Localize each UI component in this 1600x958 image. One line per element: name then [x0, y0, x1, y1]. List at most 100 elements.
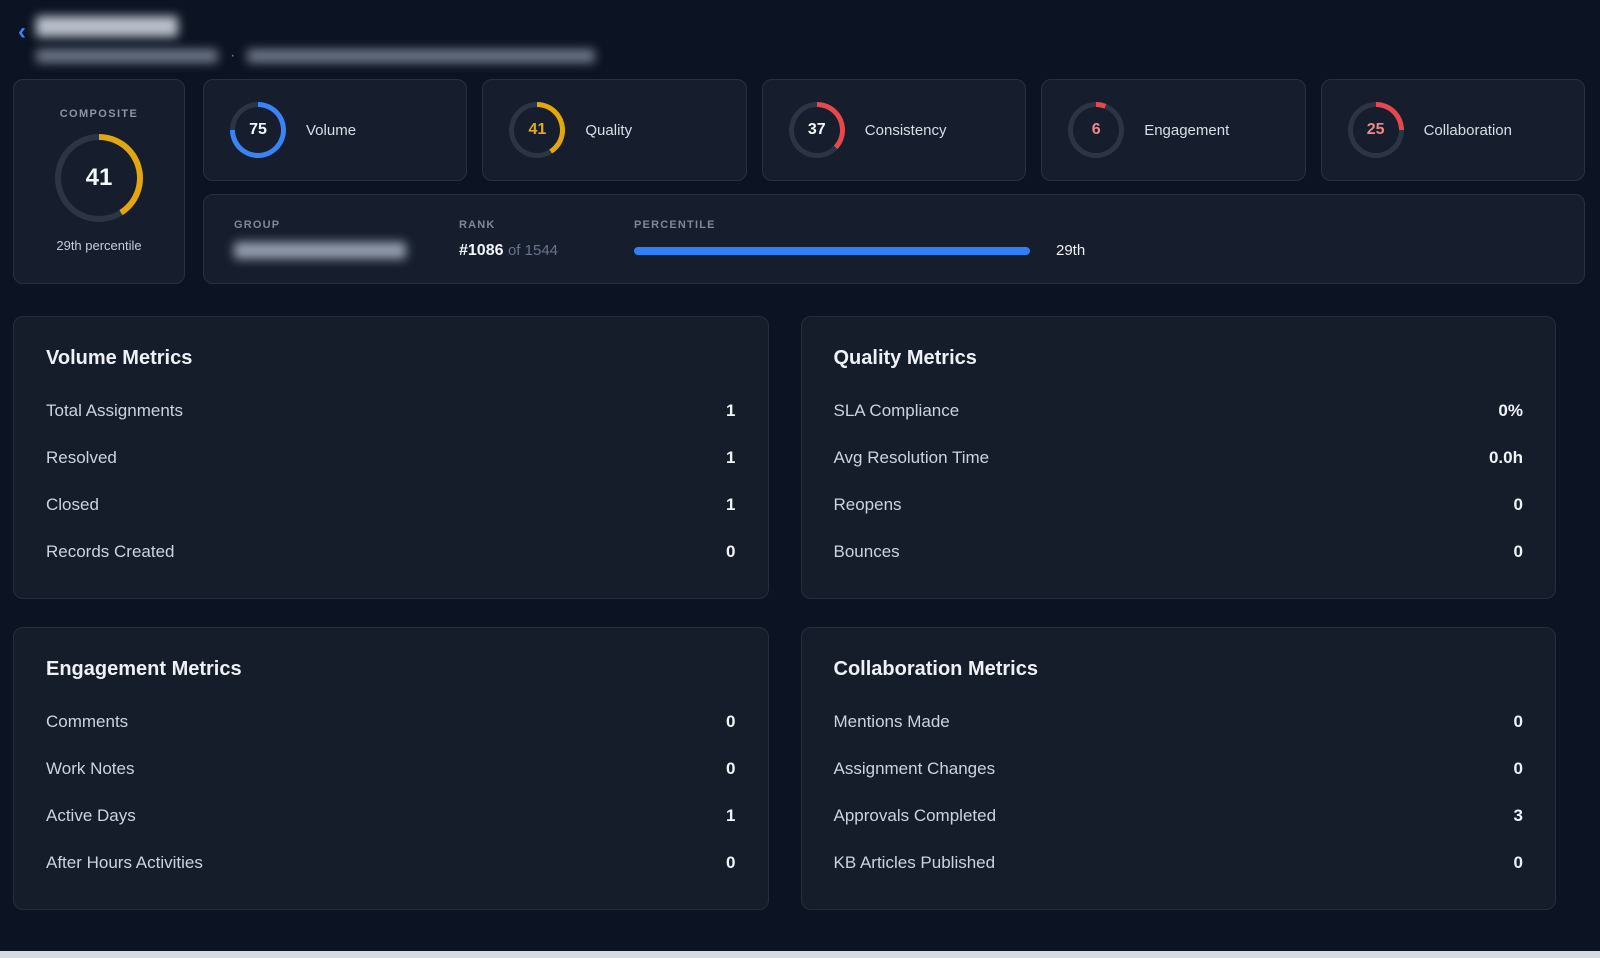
back-chevron-icon[interactable]: ‹: [18, 20, 26, 44]
composite-score-card: COMPOSITE 41 29th percentile: [13, 79, 185, 284]
gauge-inner: 75: [235, 107, 281, 153]
metric-value: 0: [1514, 712, 1523, 732]
metric-value: 0.0h: [1489, 448, 1523, 468]
metric-value: 0: [1514, 495, 1523, 515]
percentile-column: PERCENTILE 29th: [634, 219, 1554, 259]
rank-total: of 1544: [508, 242, 558, 259]
metric-row: Comments 0: [46, 712, 736, 732]
metric-label: Comments: [46, 712, 128, 732]
percentile-label: PERCENTILE: [634, 219, 1554, 231]
composite-percentile: 29th percentile: [56, 238, 141, 253]
metric-row: Assignment Changes 0: [834, 759, 1524, 779]
header-subtitle: ·: [36, 47, 595, 65]
metric-value: 0%: [1498, 401, 1523, 421]
group-label: GROUP: [234, 219, 414, 231]
rank-label: RANK: [459, 219, 589, 231]
bottom-scrollbar[interactable]: [0, 951, 1600, 958]
gauge-inner: 25: [1353, 107, 1399, 153]
gauge-inner: 37: [794, 107, 840, 153]
metric-value: 0: [726, 542, 735, 562]
gauge-inner: 6: [1073, 107, 1119, 153]
score-card-collaboration: 25 Collaboration: [1321, 79, 1585, 181]
metric-label: Approvals Completed: [834, 806, 997, 826]
metric-row: Bounces 0: [834, 542, 1524, 562]
collaboration-gauge: 25: [1348, 102, 1404, 158]
redacted-page-title: [36, 16, 178, 37]
panel-volume-metrics: Volume Metrics Total Assignments 1 Resol…: [13, 316, 769, 599]
metric-row: Work Notes 0: [46, 759, 736, 779]
panel-title: Volume Metrics: [46, 347, 736, 370]
metric-label: Bounces: [834, 542, 900, 562]
gauge-row: 75 Volume 41 Quality 37: [203, 79, 1585, 181]
metric-row: Resolved 1: [46, 448, 736, 468]
score-card-consistency: 37 Consistency: [762, 79, 1026, 181]
score-card-quality: 41 Quality: [482, 79, 746, 181]
metric-row: Approvals Completed 3: [834, 806, 1524, 826]
summary-bar: GROUP RANK #1086 of 1544 PERCENTILE 29th: [203, 194, 1585, 284]
metric-value: 0: [726, 853, 735, 873]
rank-value: #1086: [459, 242, 504, 259]
metric-label: Work Notes: [46, 759, 135, 779]
gauge-label: Collaboration: [1424, 122, 1512, 139]
gauge-label: Consistency: [865, 122, 947, 139]
metric-label: Reopens: [834, 495, 902, 515]
panel-title: Quality Metrics: [834, 347, 1524, 370]
metric-value: 0: [1514, 759, 1523, 779]
header-text: ·: [36, 12, 595, 65]
group-column: GROUP: [234, 219, 414, 259]
metric-row: Avg Resolution Time 0.0h: [834, 448, 1524, 468]
metric-label: Records Created: [46, 542, 175, 562]
panel-quality-metrics: Quality Metrics SLA Compliance 0% Avg Re…: [801, 316, 1557, 599]
metric-value: 1: [726, 448, 735, 468]
panel-engagement-metrics: Engagement Metrics Comments 0 Work Notes…: [13, 627, 769, 910]
composite-value: 41: [86, 164, 113, 192]
rank-line: #1086 of 1544: [459, 242, 589, 260]
panel-title: Engagement Metrics: [46, 658, 736, 681]
redacted-group-name: [234, 242, 406, 259]
percentile-progress-bar: [634, 247, 1030, 255]
separator-dot: ·: [230, 47, 235, 65]
gauge-label: Engagement: [1144, 122, 1229, 139]
metric-row: Mentions Made 0: [834, 712, 1524, 732]
gauge-label: Quality: [585, 122, 632, 139]
header: ‹ ·: [0, 0, 1600, 65]
gauge-inner: 41: [514, 107, 560, 153]
metric-label: KB Articles Published: [834, 853, 996, 873]
gauge-label: Volume: [306, 122, 356, 139]
percentile-line: 29th: [634, 242, 1554, 259]
metric-label: Resolved: [46, 448, 117, 468]
metrics-grid: Volume Metrics Total Assignments 1 Resol…: [13, 316, 1556, 910]
metric-label: Total Assignments: [46, 401, 183, 421]
score-right-column: 75 Volume 41 Quality 37: [203, 79, 1585, 284]
metric-label: Mentions Made: [834, 712, 950, 732]
metric-row: SLA Compliance 0%: [834, 401, 1524, 421]
redacted-subtitle-right: [247, 49, 595, 63]
gauge-value: 25: [1367, 121, 1385, 139]
metric-label: Closed: [46, 495, 99, 515]
consistency-gauge: 37: [789, 102, 845, 158]
metric-row: Active Days 1: [46, 806, 736, 826]
metric-value: 1: [726, 806, 735, 826]
metric-label: Active Days: [46, 806, 136, 826]
panel-title: Collaboration Metrics: [834, 658, 1524, 681]
gauge-value: 41: [528, 121, 546, 139]
metric-label: After Hours Activities: [46, 853, 203, 873]
metric-value: 1: [726, 495, 735, 515]
score-card-volume: 75 Volume: [203, 79, 467, 181]
metric-value: 3: [1514, 806, 1523, 826]
score-card-engagement: 6 Engagement: [1041, 79, 1305, 181]
metric-value: 0: [1514, 853, 1523, 873]
metric-value: 0: [726, 759, 735, 779]
redacted-subtitle-left: [36, 49, 218, 63]
percentile-value: 29th: [1056, 242, 1085, 259]
gauge-value: 6: [1092, 121, 1101, 139]
metric-row: Closed 1: [46, 495, 736, 515]
metric-row: After Hours Activities 0: [46, 853, 736, 873]
metric-row: Records Created 0: [46, 542, 736, 562]
metric-value: 1: [726, 401, 735, 421]
metric-row: Total Assignments 1: [46, 401, 736, 421]
gauge-value: 75: [249, 121, 267, 139]
engagement-gauge: 6: [1068, 102, 1124, 158]
metric-label: Avg Resolution Time: [834, 448, 990, 468]
metric-value: 0: [1514, 542, 1523, 562]
